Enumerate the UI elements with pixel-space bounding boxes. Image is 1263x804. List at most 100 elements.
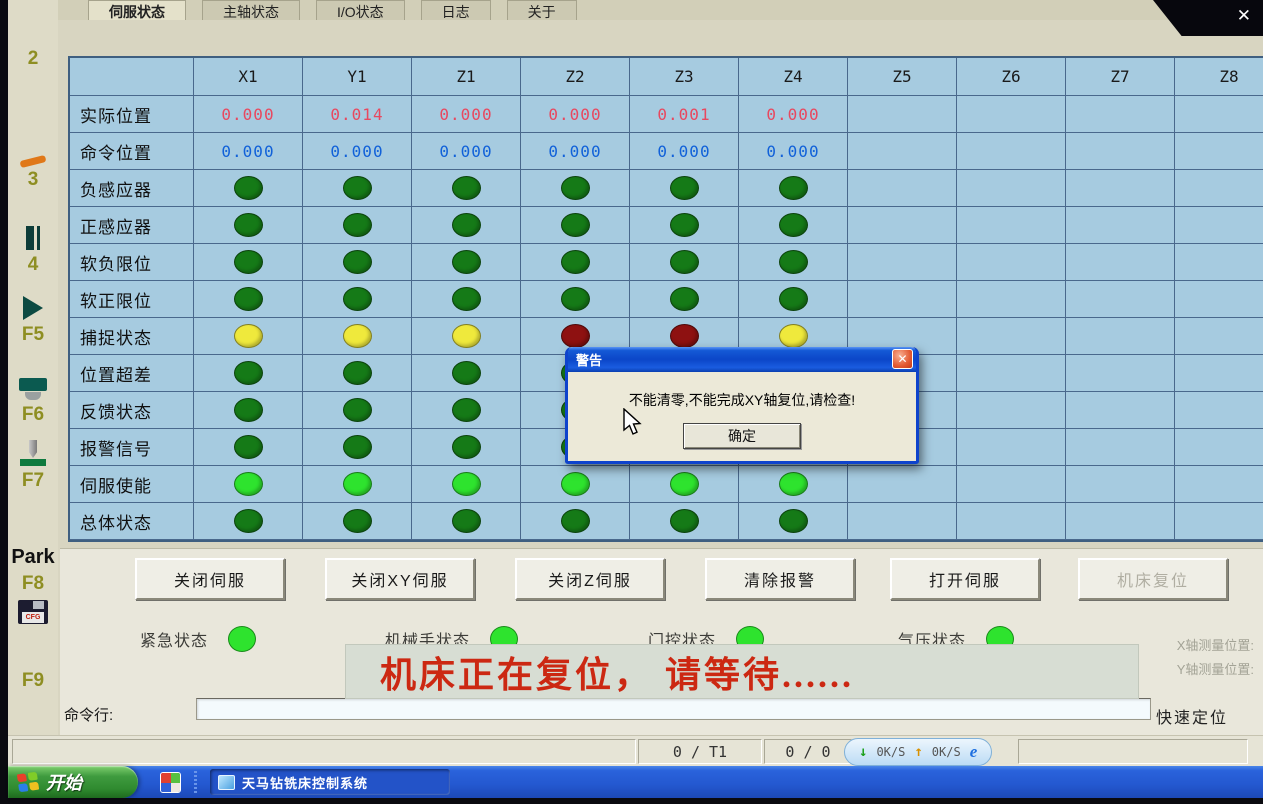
- start-button[interactable]: 开始: [8, 766, 138, 798]
- dialog-close-button[interactable]: ✕: [892, 349, 913, 369]
- action-button-2[interactable]: 关闭Z伺服: [515, 558, 665, 600]
- status-dot: [779, 509, 808, 533]
- command-line-input[interactable]: [196, 698, 1151, 720]
- table-cell: [1066, 207, 1175, 244]
- table-cell: [957, 318, 1066, 355]
- status-dot: [234, 398, 263, 422]
- taskbar-separator: [194, 771, 197, 793]
- table-cell: [848, 133, 957, 170]
- action-button-0[interactable]: 关闭伺服: [135, 558, 285, 600]
- network-speed-widget[interactable]: ↓ 0K/S ↑ 0K/S e: [844, 738, 992, 766]
- sidebar-item-f4[interactable]: 4: [8, 226, 58, 276]
- status-dot: [452, 472, 481, 496]
- status-dot: [670, 176, 699, 200]
- column-header-z4: Z4: [739, 58, 848, 96]
- table-cell: [739, 170, 848, 207]
- position-value: 0.000: [439, 105, 492, 124]
- table-cell: [1175, 318, 1263, 355]
- row-label: 负感应器: [70, 170, 194, 207]
- status-dot: [452, 250, 481, 274]
- table-cell: [521, 466, 630, 503]
- status-dot: [452, 435, 481, 459]
- column-header-z1: Z1: [412, 58, 521, 96]
- table-cell: [194, 429, 303, 466]
- status-dot: [234, 176, 263, 200]
- download-arrow-icon: ↓: [859, 744, 867, 760]
- table-cell: [630, 503, 739, 540]
- quick-position-label: 快速定位: [1156, 704, 1228, 728]
- tab-0[interactable]: 伺服状态: [88, 0, 186, 20]
- table-cell: [957, 133, 1066, 170]
- sidebar-item-label: F5: [22, 324, 44, 346]
- upload-arrow-icon: ↑: [914, 744, 922, 760]
- tab-bar: 伺服状态主轴状态 I/O状态日志关于: [58, 0, 1263, 21]
- status-dot: [343, 324, 372, 348]
- table-cell: 0.000: [630, 133, 739, 170]
- dialog-title-bar[interactable]: 警告 ✕: [568, 347, 916, 372]
- machine-icon: [19, 378, 47, 400]
- status-dot: [779, 213, 808, 237]
- table-cell: [521, 207, 630, 244]
- sidebar-item-f3[interactable]: 3: [8, 158, 58, 191]
- row-label: 捕捉状态: [70, 318, 194, 355]
- tab-4[interactable]: 关于: [507, 0, 577, 20]
- sidebar-item-f5[interactable]: F5: [8, 296, 58, 346]
- table-cell: 0.000: [303, 133, 412, 170]
- action-button-5[interactable]: 机床复位: [1078, 558, 1228, 600]
- row-label: 软负限位: [70, 244, 194, 281]
- tab-3[interactable]: 日志: [421, 0, 491, 20]
- table-cell: [1066, 170, 1175, 207]
- close-icon[interactable]: ✕: [1237, 6, 1251, 26]
- status-dot: [452, 361, 481, 385]
- sidebar-item-f8[interactable]: ParkF8: [8, 546, 58, 595]
- action-button-3[interactable]: 清除报警: [705, 558, 855, 600]
- row-label: 位置超差: [70, 355, 194, 392]
- action-button-1[interactable]: 关闭XY伺服: [325, 558, 475, 600]
- table-cell: [412, 355, 521, 392]
- table-cell: [1175, 244, 1263, 281]
- download-speed: 0K/S: [876, 745, 905, 759]
- table-cell: [194, 170, 303, 207]
- table-cell: [412, 244, 521, 281]
- warning-dialog: 警告 ✕ 不能清零,不能完成XY轴复位,请检查! 确定: [565, 347, 919, 464]
- dialog-message: 不能清零,不能完成XY轴复位,请检查!: [568, 372, 916, 410]
- table-cell: 0.000: [412, 96, 521, 133]
- table-cell: [303, 207, 412, 244]
- table-cell: [848, 170, 957, 207]
- table-cell: [848, 207, 957, 244]
- table-cell: [957, 355, 1066, 392]
- statusbar-count-panel: 0 / 0: [764, 739, 852, 764]
- table-cell: [957, 392, 1066, 429]
- column-header-z3: Z3: [630, 58, 739, 96]
- table-cell: 0.000: [521, 133, 630, 170]
- table-cell: [739, 281, 848, 318]
- table-cell: [1175, 96, 1263, 133]
- status-dot: [234, 250, 263, 274]
- quick-launch-icon[interactable]: [160, 772, 181, 793]
- table-cell: [1066, 355, 1175, 392]
- status-dot: [779, 324, 808, 348]
- tab-1[interactable]: 主轴状态: [202, 0, 300, 20]
- action-button-4[interactable]: 打开伺服: [890, 558, 1040, 600]
- tab-2[interactable]: I/O状态: [316, 0, 405, 20]
- status-dot: [561, 324, 590, 348]
- ie-icon[interactable]: e: [970, 742, 978, 762]
- windows-logo-icon: [17, 772, 39, 793]
- sidebar-item-f2[interactable]: 2: [8, 44, 58, 70]
- table-cell: [739, 244, 848, 281]
- sidebar-item-f7[interactable]: F7: [8, 440, 58, 492]
- status-dot: [452, 324, 481, 348]
- step-icon: [26, 226, 40, 250]
- sidebar-item-f6[interactable]: F6: [8, 378, 58, 426]
- status-dot: [561, 176, 590, 200]
- taskbar-task-button[interactable]: 天马钻铣床控制系统: [210, 769, 450, 795]
- sidebar-item-f9[interactable]: CFGF9: [8, 600, 58, 692]
- position-value: 0.000: [657, 142, 710, 161]
- statusbar-panel-empty2: [1018, 739, 1248, 764]
- dialog-ok-button[interactable]: 确定: [683, 423, 801, 449]
- table-cell: [194, 466, 303, 503]
- table-cell: [194, 392, 303, 429]
- floppy-icon: CFG: [18, 600, 48, 624]
- status-dot: [779, 472, 808, 496]
- table-cell: [739, 503, 848, 540]
